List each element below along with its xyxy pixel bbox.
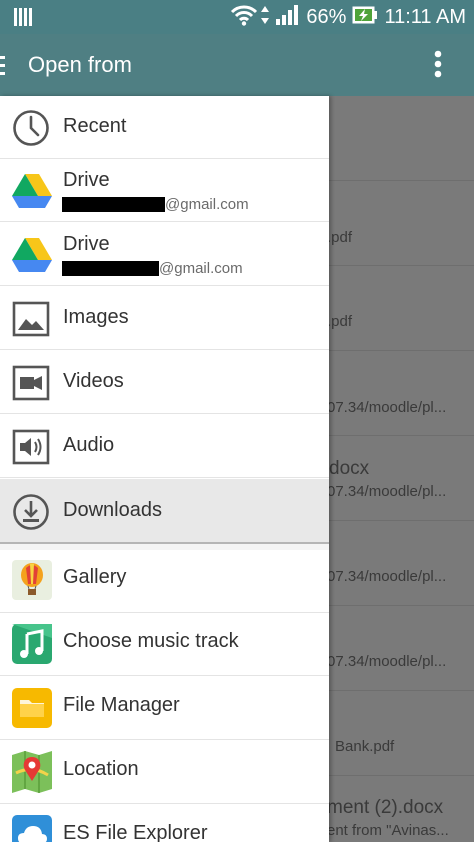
folder-icon [12,688,52,728]
drawer-item-gallery[interactable]: Gallery [0,550,329,613]
drawer-item-file-manager[interactable]: File Manager [0,677,329,740]
drawer-item-es-file-explorer[interactable]: ES File Explorer [0,805,329,842]
download-icon [12,493,50,531]
map-pin-icon [12,751,52,793]
signal-icon [276,4,300,30]
drawer-item-audio[interactable]: Audio [0,415,329,478]
drawer-item-drive[interactable]: Drive @gmail.com [0,223,329,286]
background-file-text: 07.34/moodle/pl... [327,568,447,585]
data-transfer-icon [260,4,270,31]
background-file-text: .pdf [327,313,353,330]
drawer-item-drive[interactable]: Drive @gmail.com [0,159,329,222]
drawer-item-label: Audio [63,434,115,456]
background-file-text: ent from "Avinas... [327,822,449,839]
music-note-icon [12,624,52,664]
background-file-text: docx [329,458,370,479]
drawer-item-label: Drive [63,233,110,255]
drawer-item-label: Videos [63,370,124,392]
app-bar: Open from [0,34,474,96]
background-file-text: .pdf [327,229,353,246]
background-file-text: 07.34/moodle/pl... [327,483,447,500]
drawer-item-recent[interactable]: Recent [0,96,329,159]
wifi-icon [230,4,258,31]
drawer-item-location[interactable]: Location [0,741,329,804]
drawer-item-label: Images [63,306,129,328]
account-email: @gmail.com [62,260,243,277]
redacted-text [62,197,165,212]
clock-time: 11:11 AM [384,5,466,28]
drawer-item-choose-music-track[interactable]: Choose music track [0,613,329,676]
redacted-text [62,261,159,276]
drawer-item-videos[interactable]: Videos [0,351,329,414]
drawer-item-label: Downloads [63,499,162,521]
speaker-icon [12,428,50,466]
drawer-item-label: Location [63,758,139,780]
drawer-item-downloads[interactable]: Downloads [0,479,329,544]
page-title: Open from [28,52,132,77]
drawer-item-label: Gallery [63,566,127,588]
google-drive-icon [12,173,52,211]
background-file-text: 07.34/moodle/pl... [327,653,447,670]
drawer-item-label: ES File Explorer [63,822,208,842]
overflow-menu-icon[interactable] [428,50,448,80]
battery-charging-icon [352,6,378,29]
drawer-item-label: Drive [63,169,110,191]
cloud-folder-icon [12,815,52,842]
status-bar: 66% 11:11 AM [0,0,474,34]
notification-icon [14,8,34,31]
drawer-item-label: File Manager [63,694,180,716]
background-file-text: Bank.pdf [335,738,395,755]
status-indicators: 66% 11:11 AM [230,4,466,30]
drawer-item-label: Choose music track [63,630,239,652]
drawer-handle-icon[interactable] [0,56,6,81]
drawer-item-label: Recent [63,115,127,137]
drawer-item-images[interactable]: Images [0,287,329,350]
account-email: @gmail.com [62,196,249,213]
image-icon [12,300,50,338]
background-file-text: 07.34/moodle/pl... [327,399,447,416]
battery-percent: 66% [306,5,347,28]
google-drive-icon [12,237,52,275]
background-file-text: ment (2).docx [327,797,444,818]
balloon-icon [12,560,52,600]
clock-icon [12,109,50,147]
video-camera-icon [12,364,50,402]
open-from-drawer: Recent Drive @gmail.com Drive @gmail.com… [0,96,329,842]
